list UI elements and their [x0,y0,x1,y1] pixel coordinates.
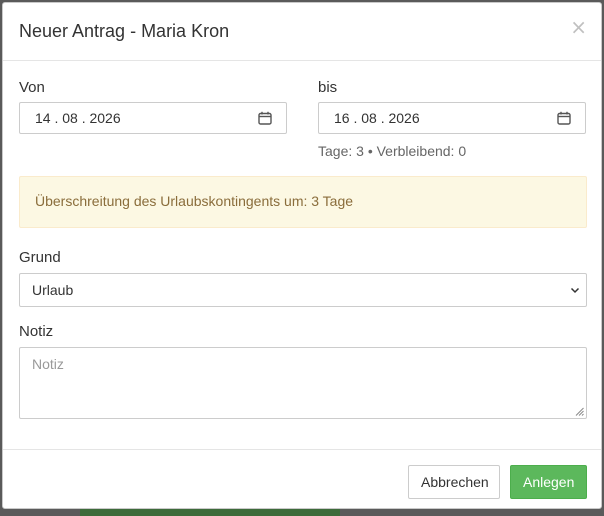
to-label: bis [318,79,338,96]
dialog-footer: Abbrechen Anlegen [3,449,601,511]
calendar-icon[interactable] [258,111,272,125]
reason-selected-value: Urlaub [32,282,74,298]
quota-warning-text: Überschreitung des Urlaubskontingents um… [35,193,354,209]
reason-select[interactable]: Urlaub [19,273,587,307]
from-label: Von [19,79,45,96]
to-date-value: 16 . 08 . 2026 [334,110,420,126]
new-request-dialog: Neuer Antrag - Maria Kron × Von 14 . 08 … [2,2,602,509]
to-date-input[interactable]: 16 . 08 . 2026 [318,102,586,134]
submit-button[interactable]: Anlegen [510,465,587,499]
quota-warning: Überschreitung des Urlaubskontingents um… [19,176,587,228]
resize-grip-icon[interactable] [575,407,584,416]
close-icon[interactable]: × [570,17,587,37]
dialog-header: Neuer Antrag - Maria Kron × [3,3,601,61]
note-placeholder: Notiz [32,356,64,372]
reason-label: Grund [19,249,61,266]
cancel-button[interactable]: Abbrechen [408,465,500,499]
from-date-input[interactable]: 14 . 08 . 2026 [19,102,287,134]
dialog-title: Neuer Antrag - Maria Kron [19,21,230,41]
note-textarea[interactable]: Notiz [19,347,587,419]
days-summary: Tage: 3 • Verbleibend: 0 [318,143,467,159]
from-date-value: 14 . 08 . 2026 [35,110,121,126]
note-label: Notiz [19,323,54,340]
calendar-icon[interactable] [557,111,571,125]
chevron-down-icon [570,287,580,294]
